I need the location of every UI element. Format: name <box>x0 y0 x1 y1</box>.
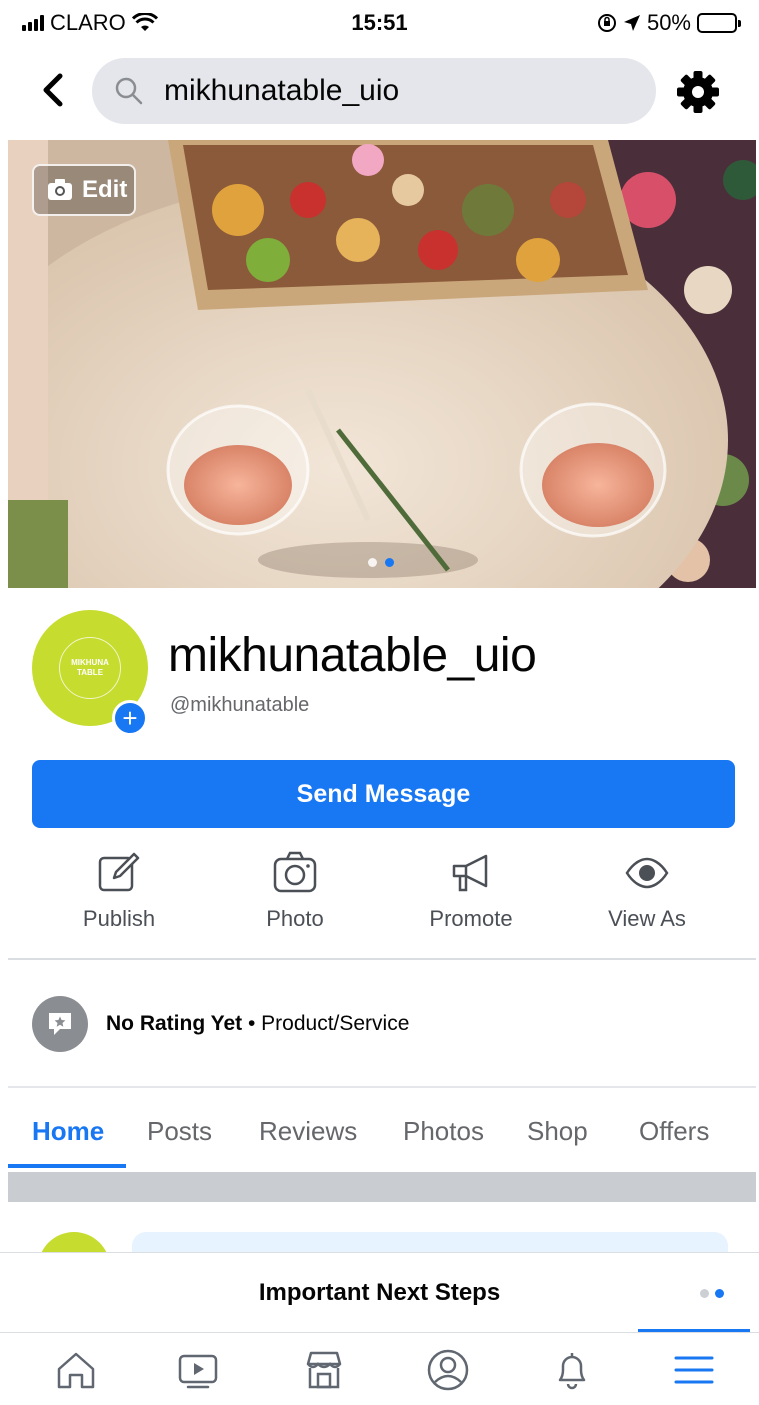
active-nav-indicator <box>638 1329 750 1332</box>
tab-reviews[interactable]: Reviews <box>259 1116 357 1147</box>
megaphone-icon <box>452 854 488 892</box>
publish-label: Publish <box>82 906 156 931</box>
location-arrow-icon <box>623 15 640 31</box>
page-actions: Publish Photo Promote View As <box>0 850 759 946</box>
divider <box>8 958 756 960</box>
active-tab-indicator <box>8 1164 126 1168</box>
carousel-dot <box>368 558 377 567</box>
rating-status: No Rating Yet <box>106 1012 243 1035</box>
marketplace-icon <box>306 1351 342 1388</box>
nav-watch[interactable] <box>138 1333 258 1405</box>
tab-offers[interactable]: Offers <box>639 1116 709 1147</box>
photo-action[interactable]: Photo <box>225 850 365 932</box>
section-separator <box>8 1172 756 1202</box>
divider <box>8 1086 756 1088</box>
search-query: mikhunatable_uio <box>164 74 400 107</box>
view-as-action[interactable]: View As <box>577 850 717 932</box>
carousel-dot-active <box>385 558 394 567</box>
battery-icon <box>697 13 741 33</box>
profile-icon <box>427 1349 469 1390</box>
carousel-dots <box>368 558 394 567</box>
avatar-logo: MIKHUNA TABLE <box>59 637 121 699</box>
menu-icon <box>674 1356 714 1383</box>
gear-icon[interactable] <box>676 70 720 114</box>
camera-icon <box>273 851 317 893</box>
nav-profile[interactable] <box>388 1333 508 1405</box>
battery-percent: 50% <box>646 10 691 35</box>
page-tabs: Home Posts Reviews Photos Shop Offers <box>8 1098 756 1170</box>
edit-label: Edit <box>82 176 128 203</box>
next-steps-pager <box>700 1289 724 1298</box>
edit-cover-button[interactable]: Edit <box>32 164 136 216</box>
promote-label: Promote <box>429 906 513 931</box>
promote-action[interactable]: Promote <box>401 850 541 932</box>
rating-star-icon <box>32 996 88 1052</box>
tab-posts[interactable]: Posts <box>147 1116 212 1147</box>
photo-label: Photo <box>266 906 324 931</box>
page-handle: @mikhunatable <box>170 694 310 716</box>
search-bar[interactable]: mikhunatable_uio <box>92 58 656 124</box>
send-message-button[interactable]: Send Message <box>32 760 735 828</box>
add-avatar-button[interactable]: + <box>112 700 148 736</box>
view-as-label: View As <box>608 906 686 931</box>
back-chevron-icon[interactable] <box>34 70 74 110</box>
nav-home[interactable] <box>16 1333 136 1405</box>
tab-home[interactable]: Home <box>32 1116 104 1147</box>
rating-category-text: No Rating Yet • Product/Service <box>106 1012 409 1036</box>
compose-icon <box>98 852 140 892</box>
bell-icon <box>558 1352 586 1389</box>
camera-icon <box>48 179 72 200</box>
tab-shop[interactable]: Shop <box>527 1116 588 1147</box>
nav-marketplace[interactable] <box>264 1333 384 1405</box>
page-title: mikhunatable_uio <box>168 629 537 682</box>
tab-photos[interactable]: Photos <box>403 1116 484 1147</box>
status-right: 50% <box>597 10 741 36</box>
rotation-lock-icon <box>597 14 616 32</box>
pager-dot <box>700 1289 709 1298</box>
video-icon <box>178 1354 218 1388</box>
nav-menu[interactable] <box>634 1333 754 1405</box>
eye-icon <box>625 857 669 889</box>
next-steps-title: Important Next Steps <box>258 1279 501 1306</box>
bottom-navigation <box>0 1329 759 1405</box>
home-icon <box>57 1352 95 1388</box>
search-icon <box>115 77 143 105</box>
search-header: mikhunatable_uio <box>0 56 759 128</box>
cover-photo[interactable]: Edit <box>8 140 756 588</box>
next-steps-sheet[interactable]: Important Next Steps <box>0 1252 759 1332</box>
publish-action[interactable]: Publish <box>49 850 189 932</box>
avatar-text-line2: TABLE <box>76 668 104 677</box>
avatar-text-line1: MIKHUNA <box>71 658 109 667</box>
status-bar: CLARO 15:51 50% <box>0 0 759 48</box>
nav-notifications[interactable] <box>512 1333 632 1405</box>
pager-dot-active <box>715 1289 724 1298</box>
page-category: • Product/Service <box>242 1012 410 1035</box>
